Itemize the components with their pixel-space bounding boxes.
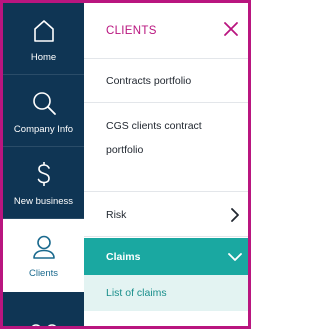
submenu-item-list-of-claims[interactable]: List of claims xyxy=(84,275,248,311)
menu-item-label: Risk xyxy=(106,208,127,221)
sidebar-item-home[interactable]: Home xyxy=(3,3,84,75)
sidebar-item-label: Company Info xyxy=(13,124,74,135)
clients-panel: CLIENTS Contracts portfolio CGS clients … xyxy=(84,3,248,326)
sidebar-item-new-business[interactable]: New business xyxy=(3,147,84,219)
close-icon xyxy=(224,22,238,36)
home-icon xyxy=(27,16,61,46)
app-frame: Home Company Info New business Clients C… xyxy=(0,0,251,329)
menu-item-contracts-portfolio[interactable]: Contracts portfolio xyxy=(84,59,248,103)
close-button[interactable] xyxy=(220,18,242,40)
sidebar-item-company-info[interactable]: Company Info xyxy=(3,75,84,147)
menu-item-label: Claims xyxy=(106,250,141,263)
sidebar-rail: Home Company Info New business Clients xyxy=(3,3,84,326)
menu-item-claims[interactable]: Claims xyxy=(84,238,248,275)
sidebar-item-label: Clients xyxy=(28,268,59,279)
chevron-down-icon xyxy=(228,250,242,264)
people-icon xyxy=(31,324,56,326)
sidebar-item-label: Home xyxy=(30,52,57,63)
sidebar-item-label: New business xyxy=(13,196,74,207)
menu-item-label: Contracts portfolio xyxy=(106,74,192,87)
menu-item-label: CGS clients contract portfolio xyxy=(106,120,202,156)
user-icon xyxy=(27,232,61,262)
panel-title: CLIENTS xyxy=(106,24,157,37)
chevron-right-icon xyxy=(228,207,242,222)
submenu-item-label: List of claims xyxy=(106,287,167,299)
sidebar-item-partial[interactable] xyxy=(3,292,84,326)
sidebar-item-clients[interactable]: Clients xyxy=(3,219,84,292)
menu-item-risk[interactable]: Risk xyxy=(84,193,248,237)
menu-item-cgs-clients-contract-portfolio[interactable]: CGS clients contract portfolio xyxy=(84,104,248,192)
panel-header: CLIENTS xyxy=(84,3,248,59)
search-icon xyxy=(27,88,61,118)
dollar-icon xyxy=(27,160,61,190)
